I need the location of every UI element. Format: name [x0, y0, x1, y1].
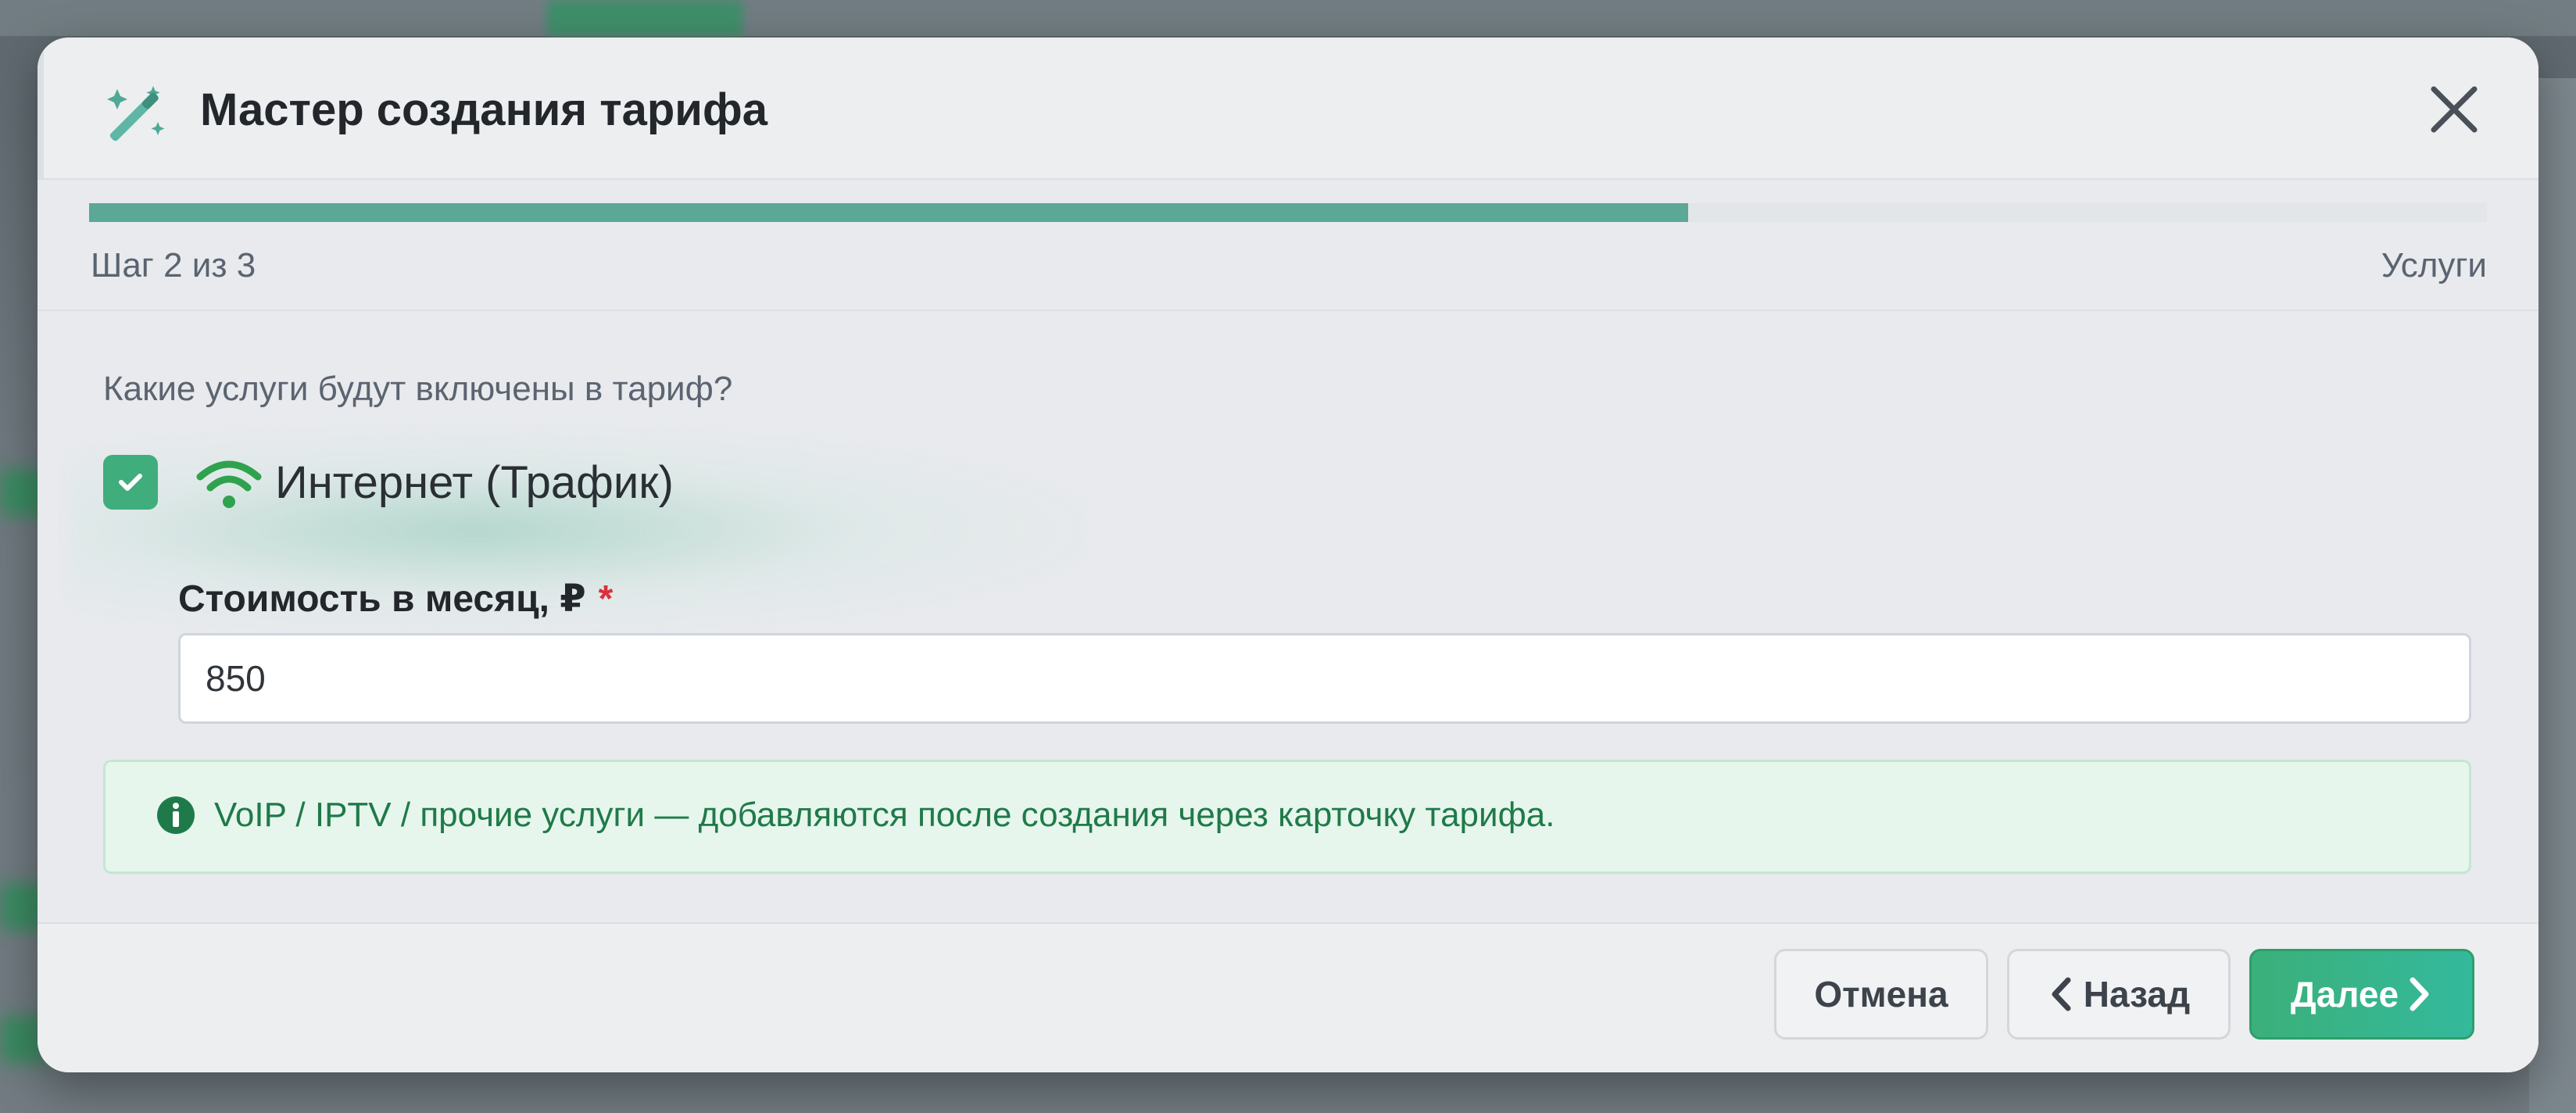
- header-accent: [38, 38, 44, 178]
- required-mark: *: [598, 578, 614, 620]
- chevron-left-icon: [2052, 977, 2071, 1011]
- tariff-wizard-modal: Мастер создания тарифа Шаг 2 из 3 Услуги…: [38, 38, 2538, 1072]
- cost-field-label: Стоимость в месяц, ₽ *: [178, 572, 613, 627]
- divider: [38, 310, 2538, 311]
- info-alert-text: VoIP / IPTV / прочие услуги — добавляютс…: [214, 796, 1555, 834]
- close-icon[interactable]: [2423, 78, 2485, 141]
- internet-checkbox[interactable]: [103, 455, 158, 510]
- services-question: Какие услуги будут включены в тариф?: [103, 370, 733, 408]
- background-active-tab: [547, 0, 742, 36]
- background-topbar: [0, 0, 2576, 36]
- modal-title: Мастер создания тарифа: [200, 84, 767, 135]
- info-circle-icon: [157, 796, 195, 834]
- back-button-label: Назад: [2083, 974, 2191, 1015]
- cancel-button-label: Отмена: [1814, 974, 1948, 1015]
- cost-field-label-text: Стоимость в месяц, ₽: [178, 578, 586, 620]
- back-button[interactable]: Назад: [2007, 949, 2231, 1040]
- progress-bar-fill: [89, 203, 1689, 222]
- wifi-icon: [196, 460, 262, 508]
- internet-service-label: Интернет (Трафик): [275, 457, 674, 508]
- progress-bar: [89, 203, 2487, 222]
- cancel-button[interactable]: Отмена: [1774, 949, 1988, 1040]
- next-button[interactable]: Далее: [2249, 949, 2474, 1040]
- check-icon: [119, 474, 142, 491]
- monthly-cost-input[interactable]: [178, 633, 2471, 724]
- next-button-label: Далее: [2290, 974, 2399, 1015]
- step-name: Услуги: [2381, 246, 2487, 285]
- modal-header: Мастер создания тарифа: [38, 38, 2538, 180]
- magic-wand-icon: [107, 86, 165, 141]
- chevron-right-icon: [2410, 977, 2429, 1011]
- step-counter: Шаг 2 из 3: [91, 246, 256, 285]
